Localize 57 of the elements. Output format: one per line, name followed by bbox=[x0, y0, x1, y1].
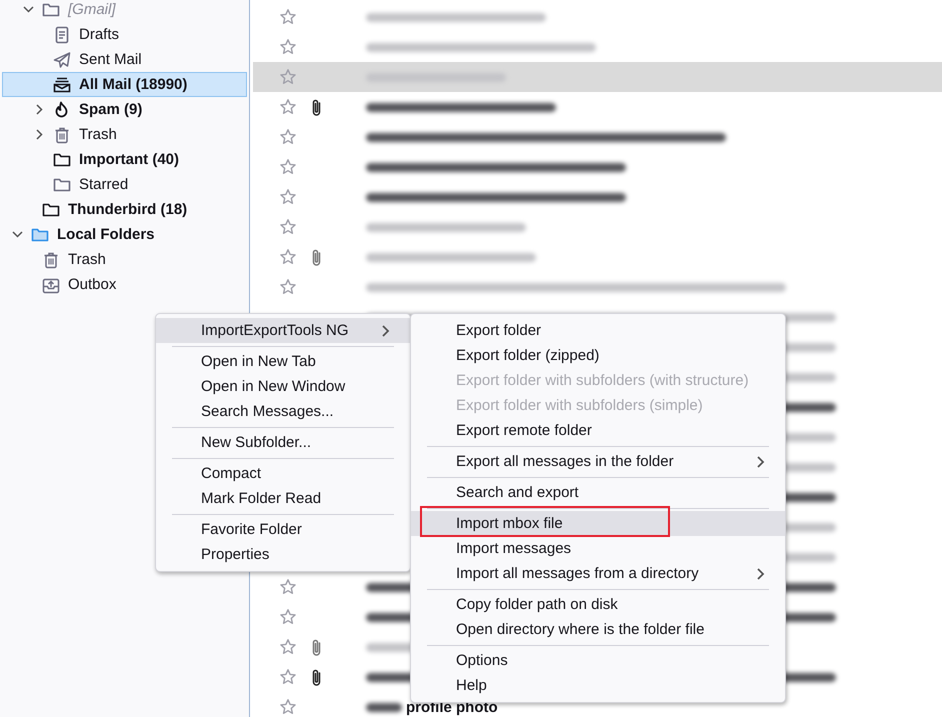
menu-item[interactable]: New Subfolder... bbox=[156, 430, 410, 455]
star-icon[interactable] bbox=[279, 158, 297, 176]
menu-item[interactable]: Export folder (zipped) bbox=[411, 343, 785, 368]
menu-item[interactable]: Export folder bbox=[411, 318, 785, 343]
folder-item[interactable]: Sent Mail bbox=[2, 47, 247, 72]
folder-item[interactable]: Important (40) bbox=[2, 147, 247, 172]
folder-item[interactable]: Trash bbox=[2, 122, 247, 147]
star-icon[interactable] bbox=[279, 188, 297, 206]
folder-icon bbox=[42, 200, 60, 218]
folder-item[interactable]: Starred bbox=[2, 172, 247, 197]
menu-item[interactable]: Copy folder path on disk bbox=[411, 592, 785, 617]
menu-item[interactable]: Help bbox=[411, 673, 785, 698]
star-icon[interactable] bbox=[279, 8, 297, 26]
star-icon[interactable] bbox=[279, 248, 297, 266]
star-icon[interactable] bbox=[279, 38, 297, 56]
menu-item[interactable]: ImportExportTools NG bbox=[156, 318, 410, 343]
menu-item[interactable]: Mark Folder Read bbox=[156, 486, 410, 511]
star-icon[interactable] bbox=[279, 128, 297, 146]
menu-item[interactable]: Search Messages... bbox=[156, 399, 410, 424]
folder-item[interactable]: Thunderbird (18) bbox=[2, 197, 247, 222]
star-icon[interactable] bbox=[279, 278, 297, 296]
menu-item[interactable]: Properties bbox=[156, 542, 410, 567]
trash-icon bbox=[53, 126, 71, 144]
star-icon[interactable] bbox=[279, 68, 297, 86]
star-icon[interactable] bbox=[279, 698, 297, 716]
star-icon[interactable] bbox=[279, 608, 297, 626]
archive-icon bbox=[53, 76, 71, 94]
star-icon[interactable] bbox=[279, 218, 297, 236]
folder-item[interactable]: Outbox bbox=[2, 272, 247, 297]
folder-icon bbox=[53, 150, 71, 168]
menu-item[interactable]: Favorite Folder bbox=[156, 517, 410, 542]
menu-item[interactable]: Open in New Window bbox=[156, 374, 410, 399]
document-icon bbox=[53, 26, 71, 44]
folder-icon bbox=[31, 226, 49, 244]
star-icon[interactable] bbox=[279, 98, 297, 116]
folder-icon bbox=[53, 176, 71, 194]
folder-icon bbox=[42, 0, 60, 18]
menu-item[interactable]: Import mbox file bbox=[411, 511, 785, 536]
menu-item[interactable]: Open in New Tab bbox=[156, 349, 410, 374]
star-icon[interactable] bbox=[279, 668, 297, 686]
menu-item[interactable]: Compact bbox=[156, 461, 410, 486]
folder-item[interactable]: All Mail (18990) bbox=[2, 72, 247, 97]
folder-item[interactable]: Trash bbox=[2, 247, 247, 272]
menu-item[interactable]: Export all messages in the folder bbox=[411, 449, 785, 474]
star-icon[interactable] bbox=[279, 578, 297, 596]
menu-item[interactable]: Search and export bbox=[411, 480, 785, 505]
menu-item[interactable]: Import messages bbox=[411, 536, 785, 561]
folder-item[interactable]: Spam (9) bbox=[2, 97, 247, 122]
menu-item[interactable]: Open directory where is the folder file bbox=[411, 617, 785, 642]
trash-icon bbox=[42, 250, 60, 268]
star-icon[interactable] bbox=[279, 638, 297, 656]
menu-item[interactable]: Import all messages from a directory bbox=[411, 561, 785, 586]
paper-plane-icon bbox=[53, 50, 71, 68]
menu-item[interactable]: Export remote folder bbox=[411, 418, 785, 443]
folder-item[interactable]: Local Folders bbox=[2, 222, 247, 247]
menu-item[interactable]: Options bbox=[411, 648, 785, 673]
folder-item[interactable]: Drafts bbox=[2, 22, 247, 47]
